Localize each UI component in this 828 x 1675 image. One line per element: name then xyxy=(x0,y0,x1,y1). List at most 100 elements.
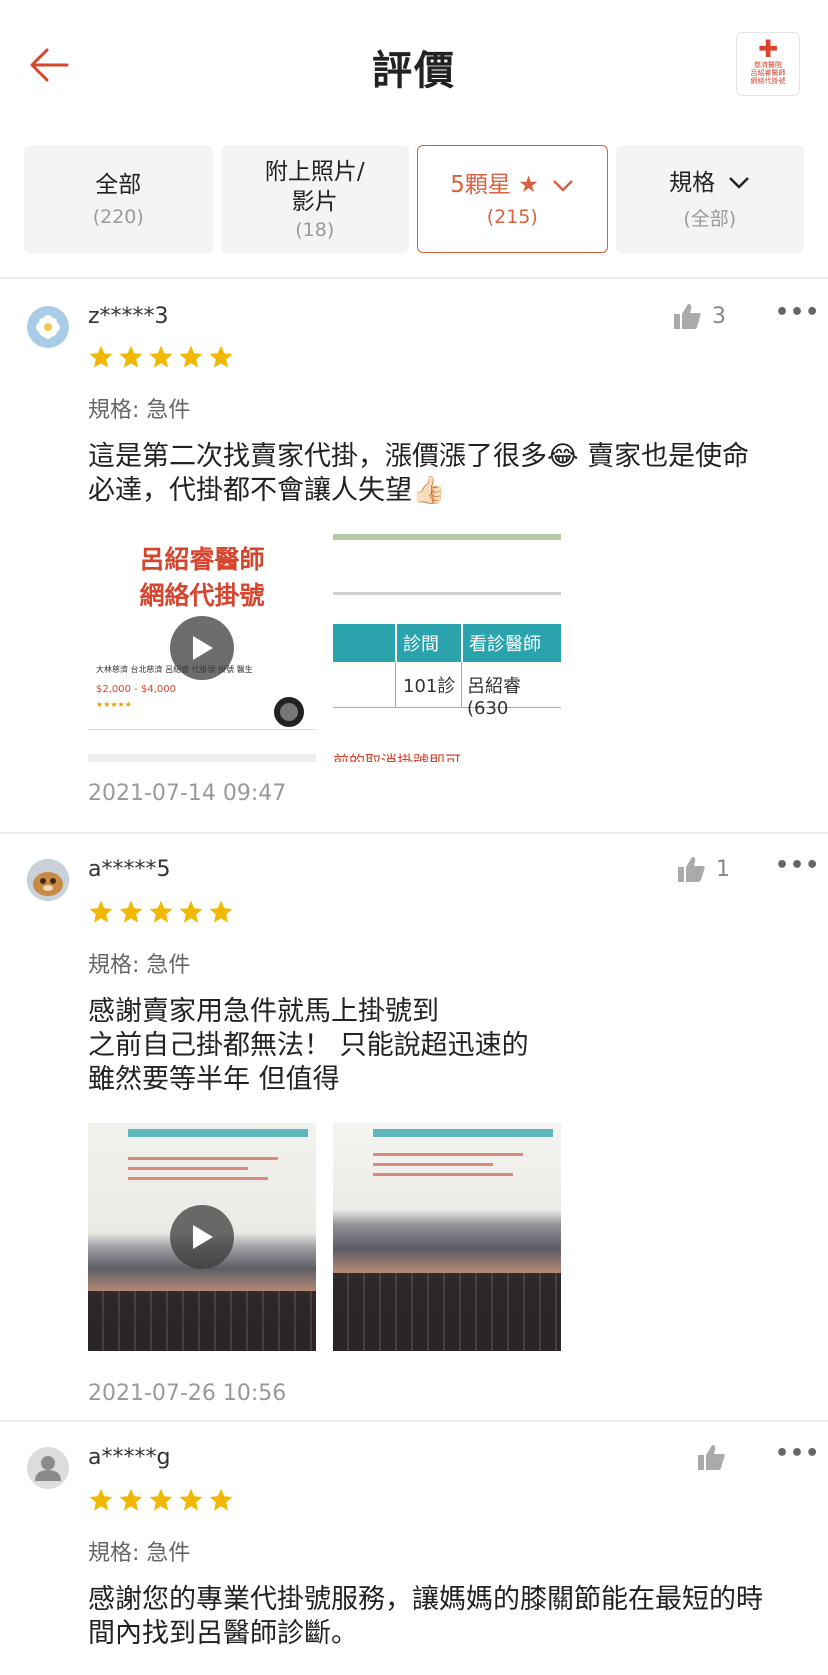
photo-screen-text xyxy=(373,1153,523,1156)
photo-screen-text xyxy=(128,1157,278,1160)
divider xyxy=(461,624,463,662)
play-button[interactable] xyxy=(170,1205,234,1269)
review-card: z*****3 3 ••• 規格: 急件 這是第二次找賣家代掛，漲價漲了很多😂 … xyxy=(0,278,828,833)
flower-icon xyxy=(36,315,60,339)
star-icon xyxy=(119,900,143,923)
photo-top-band xyxy=(333,534,561,540)
like-button[interactable] xyxy=(696,1443,736,1471)
filter-all[interactable]: 全部 (220) xyxy=(24,145,213,253)
chevron-down-icon xyxy=(553,179,574,192)
star-icon xyxy=(149,1488,173,1511)
filter-spec[interactable]: 規格 (全部) xyxy=(615,145,804,253)
photo-screen-text xyxy=(373,1163,493,1166)
star-icon xyxy=(89,345,113,368)
divider xyxy=(395,662,396,708)
filter-5-star[interactable]: 5顆星 ★ (215) xyxy=(417,145,608,253)
like-button[interactable]: 1 xyxy=(676,855,730,883)
review-text: 這是第二次找賣家代掛，漲價漲了很多😂 賣家也是使命 必達，代掛都不會讓人失望👍🏻 xyxy=(88,441,750,506)
play-icon xyxy=(193,636,213,660)
filter-5-star-label: 5顆星 ★ xyxy=(450,172,539,198)
play-button[interactable] xyxy=(170,616,234,680)
like-count: 3 xyxy=(712,303,726,329)
review-video-thumbnail[interactable]: 呂紹睿醫師 網絡代掛號 大林慈濟 台北慈濟 呂紹睿 代掛號 掛號 醫生 $2,0… xyxy=(88,534,316,762)
shop-logo-line-1: 慈濟醫院 xyxy=(754,61,782,69)
shop-logo-line-2: 呂紹睿醫師 xyxy=(750,69,786,77)
review-spec: 規格: 急件 xyxy=(88,1541,191,1566)
filter-spec-count: (全部) xyxy=(683,207,737,230)
review-photo-thumbnail[interactable]: 診間 看診醫師 101診 呂紹睿(630 前的取消掛號即可。 xyxy=(333,534,561,762)
more-options-button[interactable]: ••• xyxy=(775,1441,820,1466)
thumbs-up-icon xyxy=(678,857,705,882)
page-title: 評價 xyxy=(372,48,456,94)
review-username: z*****3 xyxy=(88,304,169,329)
chevron-down-icon xyxy=(729,177,750,189)
star-icon xyxy=(179,1488,203,1511)
star-icon xyxy=(209,1488,233,1511)
review-spec: 規格: 急件 xyxy=(88,398,191,423)
filter-5-star-label-row: 5顆星 ★ xyxy=(450,170,574,200)
star-icon xyxy=(119,345,143,368)
table-cell-doctor: 呂紹睿(630 xyxy=(467,676,521,719)
review-photo-thumbnail[interactable] xyxy=(333,1123,561,1351)
review-username: a*****5 xyxy=(88,857,171,882)
divider xyxy=(395,624,397,662)
divider xyxy=(333,592,561,595)
medical-cross-icon: ✚ xyxy=(757,35,779,63)
user-icon xyxy=(35,1456,61,1481)
table-cell-room: 101診 xyxy=(403,676,456,697)
star-rating xyxy=(88,344,234,370)
thumbnail-stars: ★★★★★ xyxy=(96,700,132,709)
photo-screen-text xyxy=(128,1167,248,1170)
review-date: 2021-07-26 10:56 xyxy=(88,1381,287,1406)
shop-logo[interactable]: ✚ 慈濟醫院 呂紹睿醫師 網絡代掛號 xyxy=(736,32,800,96)
record-dot xyxy=(274,697,304,727)
star-icon xyxy=(209,900,233,923)
review-card: a*****g ••• 規格: 急件 感謝您的專業代掛號服務，讓媽媽的膝關節能在… xyxy=(0,1421,828,1675)
filter-bar: 全部 (220) 附上照片/ 影片 (18) 5顆星 ★ (215) 規格 (全… xyxy=(24,145,804,253)
review-date: 2021-07-14 09:47 xyxy=(88,781,287,806)
photo-screen-bar xyxy=(373,1129,553,1137)
star-icon xyxy=(149,900,173,923)
filter-5-star-count: (215) xyxy=(486,206,538,228)
review-video-thumbnail[interactable] xyxy=(88,1123,316,1351)
divider xyxy=(461,662,462,708)
star-rating xyxy=(88,899,234,925)
shop-logo-line-3: 網絡代掛號 xyxy=(750,77,786,85)
filter-all-count: (220) xyxy=(92,206,144,228)
avatar[interactable] xyxy=(27,859,69,901)
star-icon xyxy=(149,345,173,368)
thumbs-up-icon xyxy=(698,1445,725,1470)
review-username: a*****g xyxy=(88,1445,171,1470)
star-rating xyxy=(88,1487,234,1513)
star-icon xyxy=(209,345,233,368)
thumbs-up-icon xyxy=(674,304,701,329)
photo-footer-text: 前的取消掛號即可。 xyxy=(333,752,478,762)
review-text: 感謝賣家用急件就馬上掛號到 之前自己掛都無法！ 只能說超迅速的 雖然要等半年 但… xyxy=(88,996,529,1095)
filter-with-media-label: 附上照片/ 影片 xyxy=(264,159,365,215)
divider xyxy=(88,729,316,730)
table-header-doctor: 看診醫師 xyxy=(469,634,541,655)
table-header: 診間 看診醫師 xyxy=(333,624,561,662)
pet-avatar-icon xyxy=(27,859,69,901)
star-icon xyxy=(179,900,203,923)
photo-screen-text xyxy=(373,1173,513,1176)
play-icon xyxy=(193,1225,213,1249)
star-icon xyxy=(89,900,113,923)
keyboard-area xyxy=(333,1273,561,1351)
like-button[interactable]: 3 xyxy=(672,302,726,330)
more-options-button[interactable]: ••• xyxy=(775,853,820,878)
star-icon xyxy=(119,1488,143,1511)
divider xyxy=(88,754,316,762)
filter-with-media-count: (18) xyxy=(295,219,335,241)
thumbnail-title: 呂紹睿醫師 網絡代掛號 xyxy=(139,545,265,610)
review-spec: 規格: 急件 xyxy=(88,953,191,978)
filter-with-media[interactable]: 附上照片/ 影片 (18) xyxy=(220,145,409,253)
avatar[interactable] xyxy=(27,1447,69,1489)
star-icon xyxy=(89,1488,113,1511)
filter-spec-label-row: 規格 xyxy=(669,168,750,198)
keyboard-area xyxy=(88,1291,316,1351)
table-header-room: 診間 xyxy=(403,634,439,655)
more-options-button[interactable]: ••• xyxy=(775,300,820,325)
star-icon xyxy=(179,345,203,368)
avatar[interactable] xyxy=(27,306,69,348)
